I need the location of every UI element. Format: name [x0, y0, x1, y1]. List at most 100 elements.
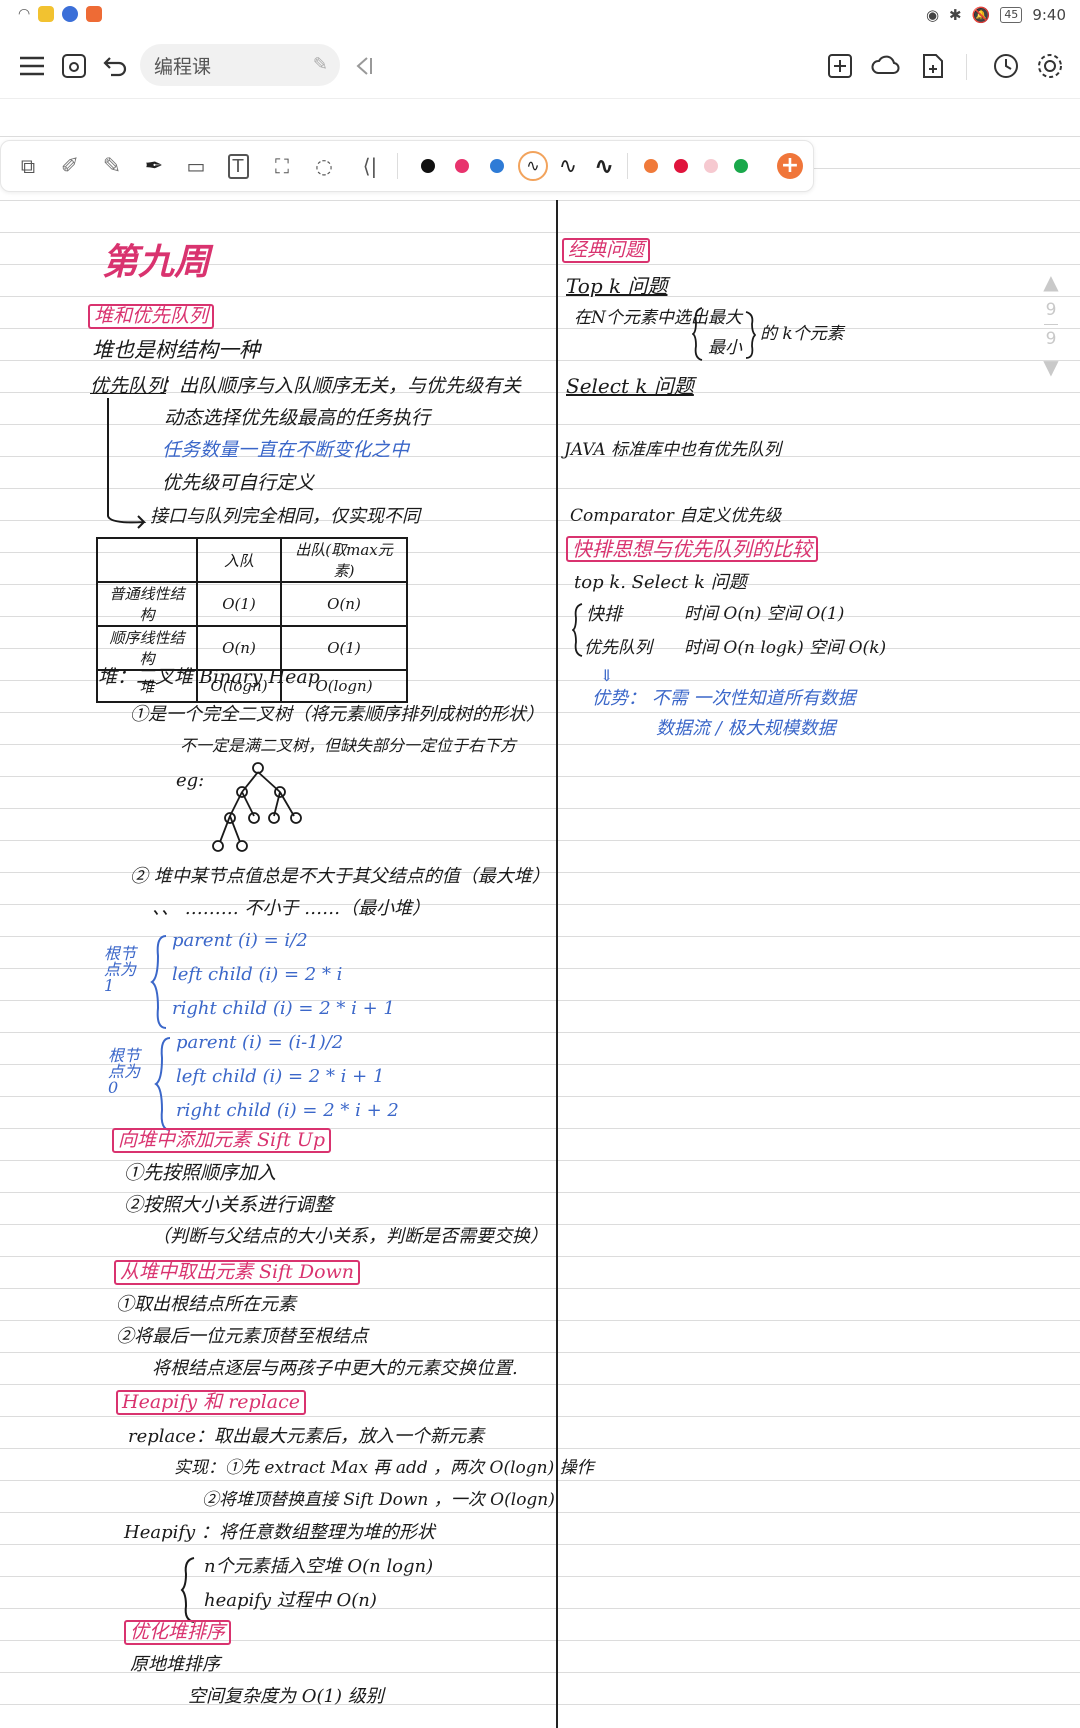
table-cell: O(n)	[196, 625, 282, 671]
bluetooth-icon: ✱	[949, 6, 962, 24]
eye-icon: ◉	[925, 6, 940, 24]
eraser-tool-button[interactable]: ▭	[177, 147, 215, 185]
note-text: 最大	[708, 308, 742, 328]
add-note-button[interactable]	[910, 44, 954, 88]
battery-icon: 45	[1000, 7, 1023, 23]
note-text: ①取出根结点所在元素	[116, 1294, 296, 1315]
note-title: 编程课	[154, 55, 212, 78]
app-notification-icon	[62, 6, 79, 22]
brace-icon	[745, 311, 756, 359]
settings-button[interactable]	[1028, 44, 1072, 88]
edit-title-icon[interactable]: ✎	[313, 54, 328, 75]
color-swatch-light-pink[interactable]	[704, 159, 718, 173]
marker-icon: ✎	[102, 153, 122, 179]
page-indicator[interactable]: ▲ 9 9 ▼	[1036, 270, 1066, 379]
table-row: 普通线性结构 O(1) O(n)	[96, 581, 408, 627]
note-text: ②将堆顶替换直接 Sift Down ，一次 O(logn)	[202, 1490, 555, 1510]
brace-icon	[180, 1557, 195, 1623]
stroke-style-bold-button[interactable]: ∿	[585, 147, 623, 185]
brace-icon	[692, 307, 703, 361]
history-button[interactable]	[984, 44, 1028, 88]
cloud-sync-icon	[871, 55, 900, 74]
table-cell	[96, 537, 198, 583]
note-text: Select k 问题	[566, 374, 694, 398]
note-text: 堆：二叉堆 Binary Heap	[98, 666, 320, 688]
stroke-style-selected-button[interactable]: ∿	[514, 147, 552, 185]
add-color-button[interactable]: +	[771, 147, 809, 185]
undo-icon	[103, 57, 127, 77]
color-swatch-pink[interactable]	[455, 159, 469, 173]
note-text: right child (i) = 2 * i + 2	[176, 1100, 399, 1121]
note-text: 优先队列	[584, 638, 652, 658]
arrow-down-icon: ⇓	[600, 666, 614, 685]
binary-tree-diagram	[212, 762, 302, 852]
note-text: ②将最后一位元素顶替至根结点	[116, 1326, 368, 1347]
section-heading: 经典问题	[562, 238, 651, 263]
image-icon: ⛶	[275, 154, 289, 178]
color-swatch-blue[interactable]	[490, 159, 504, 173]
stroke-style-button[interactable]: ∿	[549, 147, 587, 185]
note-text: 接口与队列完全相同，仅实现不同	[150, 506, 420, 527]
note-text: 数据流 / 极大规模数据	[656, 718, 836, 739]
table-cell: O(1)	[196, 581, 282, 627]
page-down-icon[interactable]: ▼	[1043, 355, 1058, 379]
note-text: Heapify ：将任意数组整理为堆的形状	[124, 1522, 435, 1543]
collapse-toolbar-button[interactable]: ⟨|	[351, 147, 389, 185]
add-page-button[interactable]	[818, 44, 862, 88]
note-text: left child (i) = 2 * i	[172, 964, 343, 985]
table-cell: O(1)	[280, 625, 408, 671]
note-text: ：出队顺序与入队顺序无关，与优先级有关	[160, 375, 522, 397]
note-title-field[interactable]: 编程课 ✎	[140, 44, 340, 86]
note-text: （判断与父结点的大小关系，判断是否需要交换）	[152, 1226, 548, 1247]
note-text: replace：取出最大元素后，放入一个新元素	[128, 1426, 484, 1447]
color-swatch-orange[interactable]	[644, 159, 658, 173]
pen-icon: ✒	[144, 153, 164, 179]
text-tool-button[interactable]: T	[219, 147, 257, 185]
collapse-button[interactable]	[342, 44, 386, 88]
image-tool-button[interactable]: ⛶	[263, 147, 301, 185]
color-swatch-red[interactable]	[674, 159, 688, 173]
note-text: right child (i) = 2 * i + 1	[172, 998, 395, 1019]
menu-button[interactable]	[10, 44, 54, 88]
note-text: parent (i) = i/2	[172, 930, 308, 951]
pencil-tool-button[interactable]: ✐	[51, 147, 89, 185]
gear-icon	[1038, 54, 1062, 78]
total-page-number: 9	[1045, 329, 1057, 349]
column-divider	[556, 200, 558, 1728]
clock-icon	[994, 54, 1018, 78]
clock-time: 9:40	[1032, 6, 1066, 24]
note-text: Comparator 自定义优先级	[570, 506, 782, 526]
menu-icon	[20, 56, 44, 76]
section-heading: Heapify 和 replace	[116, 1390, 307, 1415]
status-icons-left: ◠	[18, 6, 103, 22]
note-label: 根节点为 0	[108, 1046, 141, 1097]
color-swatch-green[interactable]	[734, 159, 748, 173]
section-heading: 向堆中添加元素 Sift Up	[112, 1128, 332, 1153]
note-text: 将根结点逐层与两孩子中更大的元素交换位置.	[152, 1358, 518, 1379]
pen-tool-button[interactable]: ✒	[135, 147, 173, 185]
layout-icon: ⧉	[20, 154, 36, 178]
color-swatch-black[interactable]	[421, 159, 435, 173]
brace-icon	[150, 935, 167, 1029]
note-text: ②按照大小关系进行调整	[124, 1194, 334, 1216]
collapse-icon	[356, 57, 372, 75]
table-cell: 入队	[196, 537, 282, 583]
read-mode-button[interactable]	[52, 44, 96, 88]
top-app-bar: 编程课 ✎	[0, 36, 1080, 99]
note-text: left child (i) = 2 * i + 1	[176, 1066, 385, 1087]
table-row: 顺序线性结构 O(n) O(1)	[96, 625, 408, 671]
layout-tool-button[interactable]: ⧉	[9, 147, 47, 185]
wave-stroke-icon: ∿	[518, 151, 548, 181]
marker-tool-button[interactable]: ✎	[93, 147, 131, 185]
note-text: Top k 问题	[566, 274, 668, 298]
note-text: 时间 O(n logk) 空间 O(k)	[684, 638, 887, 658]
lasso-icon: ◌	[315, 154, 333, 178]
page-up-icon[interactable]: ▲	[1043, 270, 1058, 294]
cloud-sync-button[interactable]	[864, 44, 908, 88]
wave-stroke-icon: ∿	[593, 152, 615, 180]
read-mode-icon	[62, 54, 86, 78]
section-heading: 快排思想与优先队列的比较	[566, 536, 818, 562]
lasso-tool-button[interactable]: ◌	[305, 147, 343, 185]
undo-button[interactable]	[94, 44, 138, 88]
eraser-icon: ▭	[186, 154, 206, 178]
